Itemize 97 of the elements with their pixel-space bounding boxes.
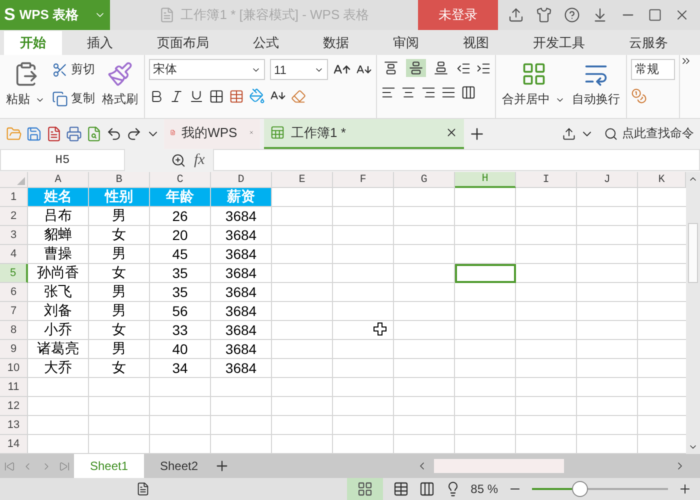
- paste-button[interactable]: 粘贴: [4, 59, 47, 110]
- justify-icon[interactable]: [441, 85, 456, 100]
- bold-icon[interactable]: [149, 88, 164, 104]
- merge-cells-icon[interactable]: [520, 61, 546, 88]
- format-painter-button[interactable]: 格式刷: [100, 59, 140, 110]
- wrap-text-button[interactable]: 自动换行: [570, 59, 622, 110]
- redo-icon[interactable]: [126, 126, 142, 142]
- menu-tab[interactable]: 插入: [70, 31, 130, 56]
- column-header[interactable]: A: [28, 172, 89, 188]
- underline-icon[interactable]: [189, 88, 204, 104]
- merge-center-button[interactable]: 合并居中: [500, 59, 567, 110]
- number-format-field[interactable]: 常规: [631, 59, 675, 80]
- column-header[interactable]: E: [272, 172, 333, 188]
- formula-input[interactable]: [212, 149, 700, 172]
- cut-button[interactable]: 剪切: [50, 59, 97, 80]
- zoom-level: 85 %: [470, 482, 498, 496]
- currency-icon[interactable]: [631, 88, 647, 104]
- row-header[interactable]: 4: [0, 245, 28, 264]
- row-header[interactable]: 6: [0, 283, 28, 302]
- brush-icon[interactable]: [107, 61, 133, 88]
- italic-icon[interactable]: [169, 88, 184, 104]
- borders-icon[interactable]: [209, 88, 224, 104]
- menu-tab[interactable]: 页面布局: [140, 31, 226, 56]
- print-icon[interactable]: [66, 126, 82, 142]
- indent-icon[interactable]: [476, 60, 491, 76]
- zoom-in-icon[interactable]: [678, 482, 692, 496]
- sheet-tab[interactable]: Sheet1: [74, 454, 144, 478]
- grid-icon: [356, 481, 373, 498]
- align-button[interactable]: [406, 59, 426, 78]
- column-header[interactable]: K: [638, 172, 686, 188]
- copy-button[interactable]: 复制: [50, 88, 97, 110]
- column-header[interactable]: C: [150, 172, 211, 188]
- menu-tab[interactable]: 审阅: [376, 31, 436, 56]
- fill-color-icon[interactable]: [249, 88, 265, 104]
- menu-tab[interactable]: 云服务: [612, 31, 685, 56]
- row-header[interactable]: 2: [0, 207, 28, 226]
- selected-cell[interactable]: [455, 264, 516, 284]
- document-icon: [158, 6, 175, 23]
- row-header[interactable]: 10: [0, 359, 28, 378]
- menu-tab[interactable]: 公式: [236, 31, 296, 56]
- font-name-field[interactable]: 宋体: [149, 59, 265, 80]
- row-header[interactable]: 3: [0, 226, 28, 246]
- login-button[interactable]: 未登录: [418, 0, 498, 30]
- row-header[interactable]: 11: [0, 378, 28, 398]
- eraser-icon[interactable]: [291, 88, 306, 104]
- row-header[interactable]: 7: [0, 302, 28, 322]
- align-center-icon[interactable]: [401, 85, 416, 100]
- row-header[interactable]: 13: [0, 416, 28, 436]
- normal-view-button[interactable]: [346, 478, 383, 500]
- menu-tab[interactable]: 开始: [4, 31, 62, 56]
- table-cell: 性别: [89, 188, 150, 208]
- menu-tab[interactable]: 数据: [306, 31, 366, 56]
- table-cell: 姓名: [28, 188, 89, 208]
- help-icon[interactable]: [564, 6, 580, 23]
- column-header[interactable]: F: [333, 172, 394, 188]
- row-header[interactable]: 14: [0, 435, 28, 454]
- spreadsheet-icon: [270, 125, 285, 140]
- scroll-thumb[interactable]: [434, 459, 564, 474]
- document-tab[interactable]: 工作簿1 *: [264, 118, 464, 149]
- column-header[interactable]: B: [89, 172, 150, 188]
- function-button[interactable]: fx: [194, 152, 205, 169]
- command-search[interactable]: 点此查找命令: [598, 124, 700, 144]
- align-left-icon[interactable]: [381, 85, 396, 100]
- column-header[interactable]: J: [577, 172, 638, 188]
- sheet-notes-icon[interactable]: [136, 482, 150, 496]
- corner-triangle-icon: [17, 177, 25, 186]
- save-icon[interactable]: [26, 126, 42, 142]
- name-box[interactable]: H5: [0, 149, 125, 172]
- zoom-icon[interactable]: [171, 152, 186, 168]
- row-header[interactable]: 12: [0, 397, 28, 416]
- font-size-field[interactable]: 11: [270, 59, 328, 80]
- copy-icon[interactable]: [52, 90, 68, 107]
- shirt-icon[interactable]: [536, 6, 552, 23]
- table-icon[interactable]: [229, 88, 244, 104]
- layout-icon[interactable]: [418, 481, 435, 498]
- menu-tab[interactable]: 开发工具: [516, 31, 602, 56]
- maximize-icon[interactable]: [648, 8, 662, 22]
- share-icon[interactable]: [508, 6, 524, 23]
- table-cell: 薪资: [211, 188, 272, 208]
- outdent-icon[interactable]: [456, 60, 471, 76]
- scissors-icon[interactable]: [52, 62, 68, 78]
- scroll-thumb[interactable]: [688, 223, 698, 284]
- row-header[interactable]: 9: [0, 340, 28, 360]
- column-header[interactable]: D: [211, 172, 272, 188]
- row-header[interactable]: 1: [0, 188, 28, 208]
- align-right-icon[interactable]: [421, 85, 436, 100]
- sheet-tab[interactable]: Sheet2: [144, 454, 214, 478]
- column-header[interactable]: I: [516, 172, 577, 188]
- app-menu-button[interactable]: S WPS 表格: [0, 0, 110, 30]
- search-icon[interactable]: [604, 126, 618, 141]
- document-tab[interactable]: 我的WPS: [164, 118, 260, 149]
- cursor-icon: [373, 322, 387, 336]
- menu-tab[interactable]: 视图: [446, 31, 506, 56]
- undo-icon[interactable]: [106, 126, 122, 142]
- table-cell: 年龄: [150, 188, 211, 208]
- column-header[interactable]: G: [394, 172, 455, 188]
- row-header[interactable]: 8: [0, 321, 28, 340]
